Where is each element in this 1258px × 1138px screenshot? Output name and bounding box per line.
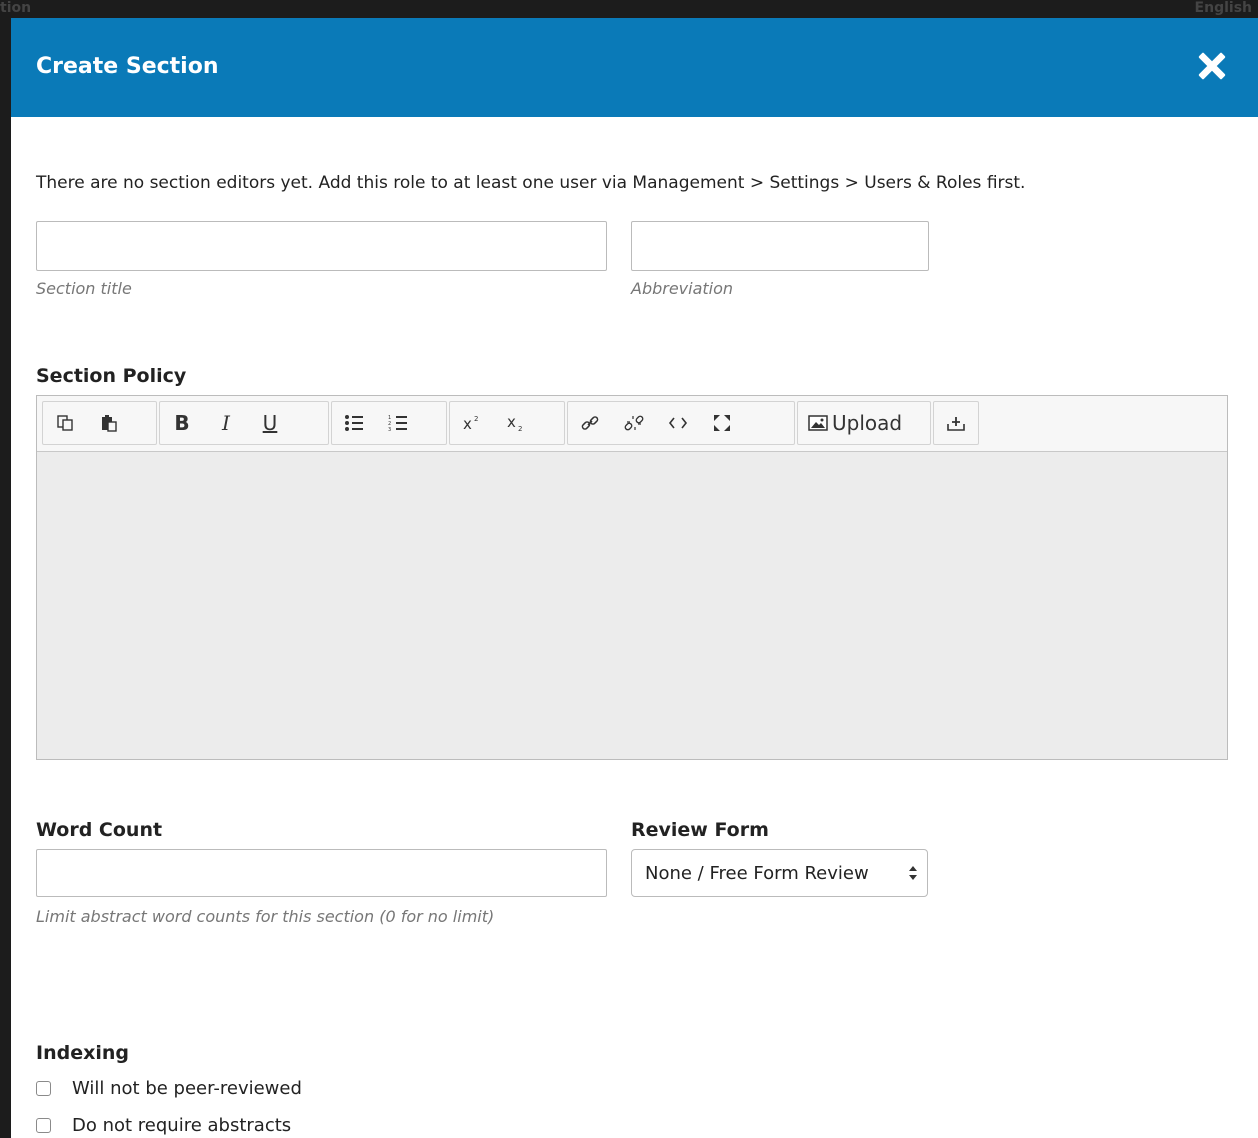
underline-button[interactable]: U xyxy=(248,402,292,444)
abbreviation-input[interactable] xyxy=(631,221,929,271)
editor-toolbar: B I U 1 2 3 x 2 x 2 Upload xyxy=(37,396,1227,452)
copy-button[interactable] xyxy=(43,402,87,444)
svg-text:x: x xyxy=(507,414,516,431)
subscript-button[interactable]: x 2 xyxy=(494,402,538,444)
svg-text:2: 2 xyxy=(474,415,478,423)
section-policy-editor: B I U 1 2 3 x 2 x 2 Upload xyxy=(36,395,1228,760)
numbered-list-button[interactable]: 1 2 3 xyxy=(376,402,420,444)
fullscreen-icon xyxy=(714,415,730,431)
numbered-list-icon: 1 2 3 xyxy=(388,415,407,432)
upload-label: Upload xyxy=(832,411,903,435)
notice-text: There are no section editors yet. Add th… xyxy=(36,173,1026,193)
image-icon xyxy=(808,415,828,431)
code-button[interactable] xyxy=(656,402,700,444)
bold-button[interactable]: B xyxy=(160,402,204,444)
svg-text:3: 3 xyxy=(388,427,391,432)
upload-button[interactable]: Upload xyxy=(798,402,912,444)
clipboard-group xyxy=(42,401,157,445)
list-group: 1 2 3 xyxy=(331,401,447,445)
word-count-hint: Limit abstract word counts for this sect… xyxy=(36,907,495,926)
not-peer-reviewed-checkbox[interactable] xyxy=(36,1081,51,1096)
superscript-button[interactable]: x 2 xyxy=(450,402,494,444)
section-policy-label: Section Policy xyxy=(36,365,187,387)
create-section-modal: Create Section There are no section edit… xyxy=(11,18,1258,1138)
svg-text:x: x xyxy=(463,415,472,432)
modal-header: Create Section xyxy=(11,18,1258,117)
review-form-select[interactable]: None / Free Form Review xyxy=(631,849,928,897)
checkbox-row-not-peer-reviewed[interactable]: Will not be peer-reviewed xyxy=(36,1078,302,1099)
section-title-input[interactable] xyxy=(36,221,607,271)
no-abstracts-label: Do not require abstracts xyxy=(72,1115,292,1136)
checkbox-row-no-abstracts[interactable]: Do not require abstracts xyxy=(36,1115,291,1136)
link-button[interactable] xyxy=(568,402,612,444)
subscript-icon: x 2 xyxy=(507,414,522,432)
upload-group: Upload xyxy=(797,401,931,445)
bullet-list-button[interactable] xyxy=(332,402,376,444)
insert-group xyxy=(933,401,979,445)
select-arrows-icon xyxy=(909,866,917,880)
paste-button[interactable] xyxy=(87,402,131,444)
background-nav-text: tion xyxy=(0,0,32,16)
format-group: B I U xyxy=(159,401,329,445)
background-language-text: English xyxy=(1194,0,1252,16)
copy-icon xyxy=(57,415,73,431)
italic-button[interactable]: I xyxy=(204,402,248,444)
superscript-icon: x 2 xyxy=(463,415,478,432)
script-group: x 2 x 2 xyxy=(449,401,565,445)
code-icon xyxy=(668,417,688,429)
word-count-label: Word Count xyxy=(36,819,163,841)
insert-button[interactable] xyxy=(934,402,978,444)
not-peer-reviewed-label: Will not be peer-reviewed xyxy=(72,1078,302,1099)
word-count-input[interactable] xyxy=(36,849,607,897)
no-abstracts-checkbox[interactable] xyxy=(36,1118,51,1133)
unlink-button[interactable] xyxy=(612,402,656,444)
insert-icon xyxy=(947,417,965,431)
indexing-label: Indexing xyxy=(36,1042,129,1064)
bullet-list-icon xyxy=(345,415,363,431)
review-form-label: Review Form xyxy=(631,819,769,841)
abbreviation-hint: Abbreviation xyxy=(631,279,734,298)
close-icon xyxy=(1198,52,1226,80)
section-title-hint: Section title xyxy=(36,279,132,298)
fullscreen-button[interactable] xyxy=(700,402,744,444)
unlink-icon xyxy=(624,415,644,431)
paste-icon xyxy=(102,415,117,432)
svg-text:2: 2 xyxy=(518,425,522,432)
link-icon xyxy=(581,416,599,430)
close-button[interactable] xyxy=(1194,48,1230,84)
modal-title: Create Section xyxy=(36,54,219,79)
editor-body[interactable] xyxy=(37,452,1227,759)
review-form-selected: None / Free Form Review xyxy=(645,862,869,884)
link-group xyxy=(567,401,795,445)
